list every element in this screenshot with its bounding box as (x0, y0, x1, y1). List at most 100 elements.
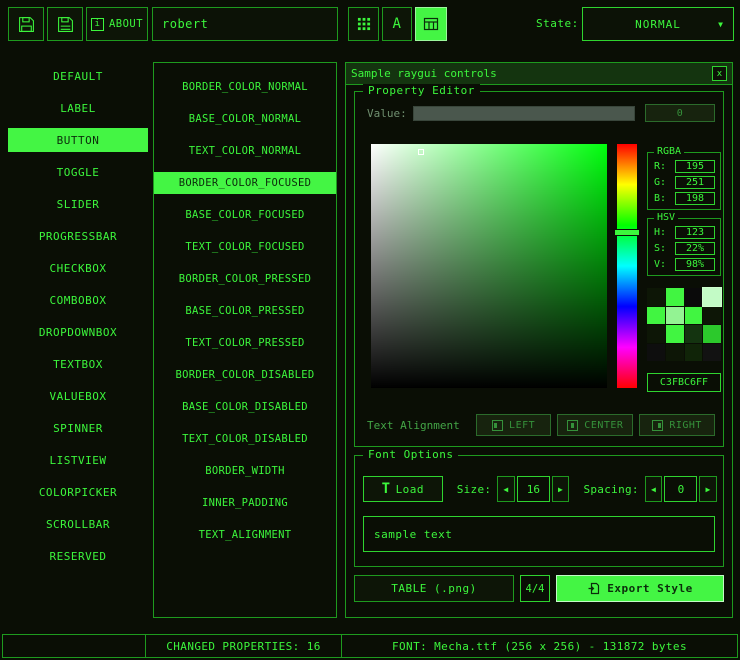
state-dropdown[interactable]: NORMAL ▼ (582, 7, 734, 41)
font-row: T Load Size: ◀ 16 ▶ Spacing: ◀ 0 ▶ (363, 476, 717, 502)
palette-swatch[interactable] (647, 344, 665, 362)
property-item[interactable]: BORDER_WIDTH (154, 460, 336, 482)
spacing-increment-button[interactable]: ▶ (699, 476, 717, 502)
hsv-row-v: V: 98% (654, 258, 715, 271)
property-item[interactable]: TEXT_COLOR_PRESSED (154, 332, 336, 354)
align-center-button[interactable]: CENTER (557, 414, 633, 436)
align-right-button[interactable]: RIGHT (639, 414, 715, 436)
export-style-label: Export Style (607, 582, 692, 595)
palette-swatch[interactable] (685, 344, 703, 362)
control-item-slider[interactable]: SLIDER (8, 192, 148, 216)
control-item-reserved[interactable]: RESERVED (8, 544, 148, 568)
palette-swatch[interactable] (666, 307, 684, 325)
style-name-input[interactable] (152, 7, 338, 41)
align-center-label: CENTER (584, 420, 623, 431)
size-valuebox[interactable]: 16 (517, 476, 550, 502)
property-item[interactable]: TEXT_COLOR_NORMAL (154, 140, 336, 162)
info-icon: i (91, 18, 104, 31)
close-button[interactable]: x (712, 66, 727, 81)
property-item-selected[interactable]: BORDER_COLOR_FOCUSED (154, 172, 336, 194)
about-button[interactable]: i ABOUT (86, 7, 148, 41)
palette-swatch[interactable] (666, 325, 684, 343)
export-icon (587, 582, 600, 595)
palette-swatch[interactable] (666, 288, 684, 306)
palette-swatch[interactable] (666, 344, 684, 362)
value-label: Value: (367, 107, 407, 120)
property-item[interactable]: BASE_COLOR_DISABLED (154, 396, 336, 418)
spacing-decrement-button[interactable]: ◀ (645, 476, 663, 502)
control-item-textbox[interactable]: TEXTBOX (8, 352, 148, 376)
palette-swatch[interactable] (685, 325, 703, 343)
state-dropdown-value: NORMAL (635, 18, 681, 31)
r-valuebox[interactable]: 195 (675, 160, 715, 173)
export-style-button[interactable]: Export Style (556, 575, 724, 602)
controls-list: DEFAULT LABEL BUTTON TOGGLE SLIDER PROGR… (8, 64, 148, 576)
hue-slider-bar[interactable] (617, 144, 637, 388)
size-increment-button[interactable]: ▶ (552, 476, 570, 502)
grid-view-button[interactable] (348, 7, 379, 41)
value-button[interactable]: 0 (645, 104, 715, 122)
control-item-progressbar[interactable]: PROGRESSBAR (8, 224, 148, 248)
floppy-save-icon (18, 16, 35, 33)
property-item[interactable]: BORDER_COLOR_NORMAL (154, 76, 336, 98)
b-valuebox[interactable]: 198 (675, 192, 715, 205)
h-valuebox[interactable]: 123 (675, 226, 715, 239)
controls-table-view-button[interactable] (415, 7, 447, 41)
palette-swatch[interactable] (647, 288, 665, 306)
align-left-button[interactable]: LEFT (476, 414, 552, 436)
palette-swatch[interactable] (703, 307, 721, 325)
rgba-row-g: G: 251 (654, 176, 715, 189)
save-style-as-button[interactable] (47, 7, 83, 41)
property-item[interactable]: TEXT_COLOR_FOCUSED (154, 236, 336, 258)
control-item-button[interactable]: BUTTON (8, 128, 148, 152)
load-font-button[interactable]: T Load (363, 476, 443, 502)
palette-swatch[interactable] (703, 325, 721, 343)
spacing-valuebox[interactable]: 0 (664, 476, 697, 502)
align-left-label: LEFT (509, 420, 535, 431)
control-item-spinner[interactable]: SPINNER (8, 416, 148, 440)
property-item[interactable]: TEXT_ALIGNMENT (154, 524, 336, 546)
export-format-button[interactable]: TABLE (.png) (354, 575, 514, 602)
align-center-icon (567, 420, 578, 431)
palette-swatch-current[interactable] (703, 288, 721, 306)
hex-color-input[interactable] (647, 373, 721, 392)
palette-swatch[interactable] (685, 288, 703, 306)
palette-swatch[interactable] (647, 325, 665, 343)
properties-list: BORDER_COLOR_NORMAL BASE_COLOR_NORMAL TE… (153, 62, 337, 618)
hue-slider-cursor[interactable] (614, 229, 640, 236)
palette-swatch[interactable] (703, 344, 721, 362)
value-slider[interactable] (413, 106, 635, 121)
size-decrement-button[interactable]: ◀ (497, 476, 515, 502)
control-item-toggle[interactable]: TOGGLE (8, 160, 148, 184)
arrow-left-icon: ◀ (503, 485, 508, 494)
property-item[interactable]: INNER_PADDING (154, 492, 336, 514)
property-item[interactable]: BASE_COLOR_FOCUSED (154, 204, 336, 226)
state-label: State: (536, 17, 579, 30)
save-style-button[interactable] (8, 7, 44, 41)
v-valuebox[interactable]: 98% (675, 258, 715, 271)
control-item-valuebox[interactable]: VALUEBOX (8, 384, 148, 408)
property-item[interactable]: TEXT_COLOR_DISABLED (154, 428, 336, 450)
color-picker-area[interactable] (371, 144, 607, 388)
palette-swatch[interactable] (647, 307, 665, 325)
palette-swatch[interactable] (685, 307, 703, 325)
control-item-checkbox[interactable]: CHECKBOX (8, 256, 148, 280)
property-item[interactable]: BASE_COLOR_NORMAL (154, 108, 336, 130)
property-item[interactable]: BORDER_COLOR_DISABLED (154, 364, 336, 386)
s-valuebox[interactable]: 22% (675, 242, 715, 255)
format-counter-valuebox[interactable]: 4/4 (520, 575, 550, 602)
control-item-label[interactable]: LABEL (8, 96, 148, 120)
g-valuebox[interactable]: 251 (675, 176, 715, 189)
color-picker-cursor[interactable] (418, 149, 424, 155)
control-item-combobox[interactable]: COMBOBOX (8, 288, 148, 312)
control-item-listview[interactable]: LISTVIEW (8, 448, 148, 472)
property-item[interactable]: BORDER_COLOR_PRESSED (154, 268, 336, 290)
control-item-dropdownbox[interactable]: DROPDOWNBOX (8, 320, 148, 344)
font-view-button[interactable]: A (382, 7, 412, 41)
sample-text-input[interactable] (363, 516, 715, 552)
control-item-default[interactable]: DEFAULT (8, 64, 148, 88)
control-item-scrollbar[interactable]: SCROLLBAR (8, 512, 148, 536)
property-item[interactable]: BASE_COLOR_PRESSED (154, 300, 336, 322)
control-item-colorpicker[interactable]: COLORPICKER (8, 480, 148, 504)
g-label: G: (654, 177, 666, 188)
